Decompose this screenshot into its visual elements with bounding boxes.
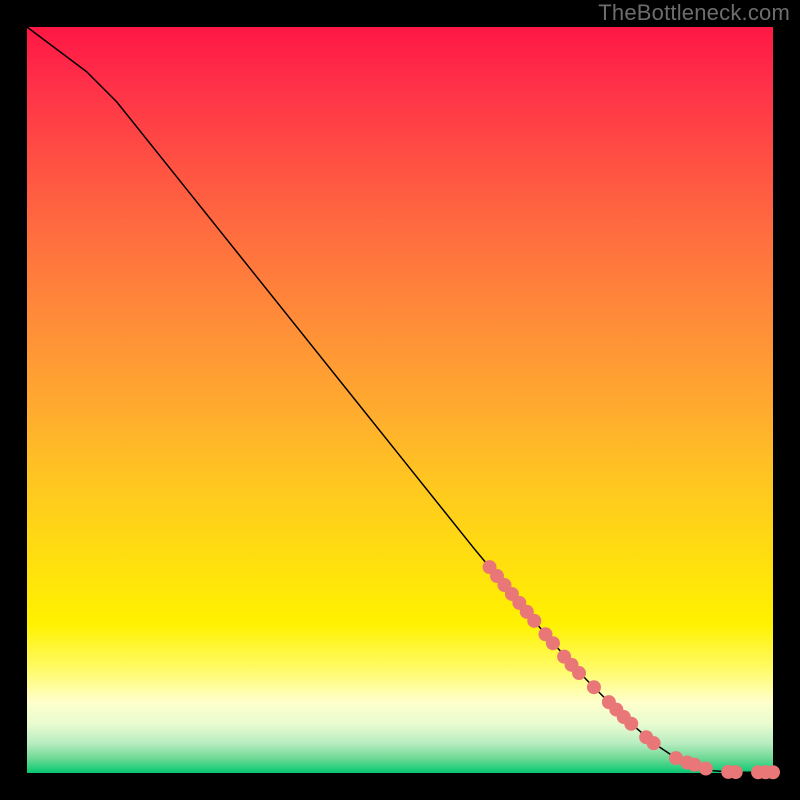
sample-points-group <box>483 560 780 779</box>
sample-point <box>527 614 541 628</box>
chart-overlay <box>27 27 773 773</box>
sample-point <box>624 717 638 731</box>
watermark-label: TheBottleneck.com <box>598 0 790 26</box>
plot-area <box>27 27 773 773</box>
sample-point <box>546 636 560 650</box>
sample-point <box>587 680 601 694</box>
chart-frame: TheBottleneck.com <box>0 0 800 800</box>
bottleneck-curve <box>27 27 773 772</box>
sample-point <box>647 736 661 750</box>
sample-point <box>572 666 586 680</box>
sample-point <box>699 762 713 776</box>
sample-point <box>729 765 743 779</box>
sample-point <box>766 765 780 779</box>
